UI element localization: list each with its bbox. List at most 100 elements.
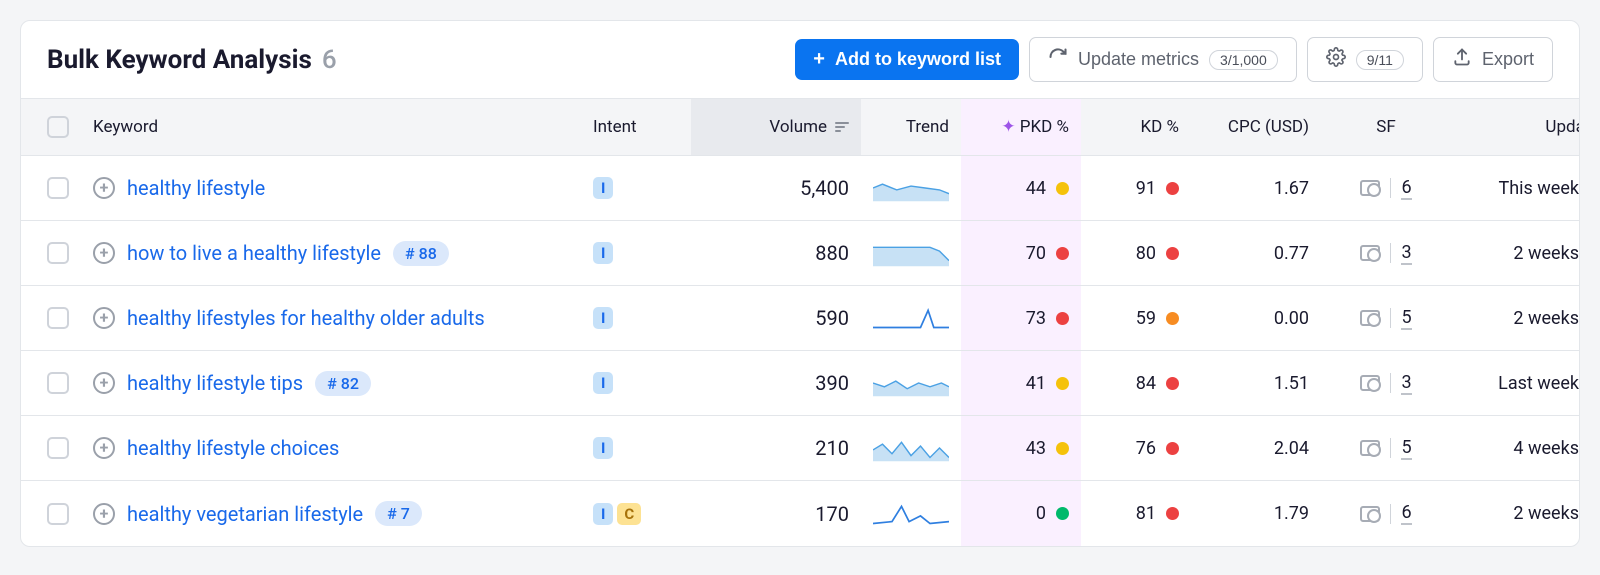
update-metrics-button[interactable]: Update metrics 3/1,000 <box>1029 37 1297 82</box>
keyword-link[interactable]: healthy lifestyle tips <box>127 371 303 395</box>
cpc-value: 2.04 <box>1274 438 1309 459</box>
serp-features-icon[interactable] <box>1360 440 1380 456</box>
updated-value: This week <box>1498 178 1579 199</box>
sort-desc-icon <box>835 122 849 132</box>
row-checkbox[interactable] <box>47 437 69 459</box>
col-pkd-label: PKD % <box>1020 117 1069 137</box>
title-wrap: Bulk Keyword Analysis 6 <box>47 45 337 75</box>
serp-features-icon[interactable] <box>1360 245 1380 261</box>
sf-count[interactable]: 3 <box>1401 242 1411 265</box>
keyword-link[interactable]: healthy lifestyle choices <box>127 436 339 460</box>
col-intent[interactable]: Intent <box>581 117 691 137</box>
pkd-difficulty-dot <box>1056 312 1069 325</box>
intent-cell: I <box>581 177 691 199</box>
row-checkbox[interactable] <box>47 307 69 329</box>
divider <box>1390 373 1391 393</box>
row-checkbox[interactable] <box>47 372 69 394</box>
expand-icon[interactable]: + <box>93 242 115 264</box>
sf-count[interactable]: 6 <box>1401 502 1411 525</box>
updated-value: 2 weeks <box>1513 308 1579 329</box>
pkd-difficulty-dot <box>1056 377 1069 390</box>
pkd-value: 43 <box>1026 438 1046 459</box>
pkd-difficulty-dot <box>1056 507 1069 520</box>
cpc-value: 1.67 <box>1274 178 1309 199</box>
sf-count[interactable]: 5 <box>1401 437 1411 460</box>
add-button-label: Add to keyword list <box>835 49 1001 70</box>
pkd-value: 0 <box>1036 503 1046 524</box>
col-sf-label: SF <box>1376 117 1396 137</box>
row-checkbox[interactable] <box>47 177 69 199</box>
col-updated[interactable]: Updated <box>1451 117 1580 137</box>
kd-difficulty-dot <box>1166 442 1179 455</box>
rank-pill: # 82 <box>315 371 371 396</box>
panel-header: Bulk Keyword Analysis 6 + Add to keyword… <box>21 21 1579 98</box>
table-row: + healthy lifestyle choices I 210 43 76 2.04 5 4… <box>21 416 1579 481</box>
expand-icon[interactable]: + <box>93 372 115 394</box>
table-row: +healthy lifestyle tips# 82I39041841.513… <box>21 351 1579 416</box>
intent-cell: I <box>581 307 691 329</box>
pkd-difficulty-dot <box>1056 442 1069 455</box>
pkd-value: 41 <box>1026 373 1046 394</box>
pkd-value: 44 <box>1026 178 1046 199</box>
serp-features-icon[interactable] <box>1360 310 1380 326</box>
divider <box>1390 504 1391 524</box>
col-trend-label: Trend <box>906 117 949 137</box>
volume-value: 170 <box>815 502 849 526</box>
col-volume-label: Volume <box>769 117 827 137</box>
col-sf[interactable]: SF <box>1321 117 1451 137</box>
col-trend[interactable]: Trend <box>861 117 961 137</box>
row-checkbox[interactable] <box>47 242 69 264</box>
export-button[interactable]: Export <box>1433 37 1553 82</box>
keyword-link[interactable]: healthy lifestyle <box>127 176 265 200</box>
expand-icon[interactable]: + <box>93 307 115 329</box>
intent-informational-badge: I <box>593 307 613 329</box>
trend-sparkline <box>861 434 961 462</box>
serp-features-icon[interactable] <box>1360 375 1380 391</box>
kd-difficulty-dot <box>1166 377 1179 390</box>
col-keyword[interactable]: Keyword <box>81 117 581 137</box>
expand-icon[interactable]: + <box>93 503 115 525</box>
table-header: Keyword Intent Volume Trend ✦ PKD % KD %… <box>21 98 1579 156</box>
serp-features-icon[interactable] <box>1360 506 1380 522</box>
add-to-keyword-list-button[interactable]: + Add to keyword list <box>795 39 1019 80</box>
intent-informational-badge: I <box>593 437 613 459</box>
col-kd[interactable]: KD % <box>1081 117 1191 137</box>
intent-cell: I <box>581 242 691 264</box>
pkd-value: 70 <box>1026 243 1046 264</box>
select-all-checkbox[interactable] <box>47 116 69 138</box>
table-row: +healthy vegetarian lifestyle# 7IC170081… <box>21 481 1579 546</box>
col-volume[interactable]: Volume <box>691 99 861 155</box>
sf-count[interactable]: 3 <box>1401 372 1411 395</box>
col-updated-label: Updated <box>1545 117 1580 137</box>
keyword-link[interactable]: how to live a healthy lifestyle <box>127 241 381 265</box>
col-pkd[interactable]: ✦ PKD % <box>961 99 1081 155</box>
volume-value: 210 <box>815 436 849 460</box>
kd-difficulty-dot <box>1166 182 1179 195</box>
result-count: 6 <box>322 45 337 75</box>
updated-value: 2 weeks <box>1513 243 1579 264</box>
kd-value: 76 <box>1136 438 1156 459</box>
expand-icon[interactable]: + <box>93 177 115 199</box>
table-body: +healthy lifestyleI5,40044911.676This we… <box>21 156 1579 546</box>
row-checkbox[interactable] <box>47 503 69 525</box>
keyword-link[interactable]: healthy lifestyles for healthy older adu… <box>127 306 485 330</box>
updated-value: 4 weeks <box>1513 438 1579 459</box>
col-keyword-label: Keyword <box>93 117 158 137</box>
volume-value: 880 <box>815 241 849 265</box>
table-row: + healthy lifestyles for healthy older ad… <box>21 286 1579 351</box>
serp-features-icon[interactable] <box>1360 180 1380 196</box>
keyword-link[interactable]: healthy vegetarian lifestyle <box>127 502 363 526</box>
sf-count[interactable]: 5 <box>1401 307 1411 330</box>
kd-difficulty-dot <box>1166 247 1179 260</box>
col-cpc[interactable]: CPC (USD) <box>1191 117 1321 137</box>
table-row: +how to live a healthy lifestyle# 88I880… <box>21 221 1579 286</box>
column-settings-button[interactable]: 9/11 <box>1307 37 1423 82</box>
rank-pill: # 7 <box>375 501 422 526</box>
bulk-keyword-panel: Bulk Keyword Analysis 6 + Add to keyword… <box>20 20 1580 547</box>
trend-sparkline <box>861 174 961 202</box>
expand-icon[interactable]: + <box>93 437 115 459</box>
refresh-icon <box>1048 47 1068 72</box>
sf-count[interactable]: 6 <box>1401 177 1411 200</box>
divider <box>1390 178 1391 198</box>
divider <box>1390 308 1391 328</box>
